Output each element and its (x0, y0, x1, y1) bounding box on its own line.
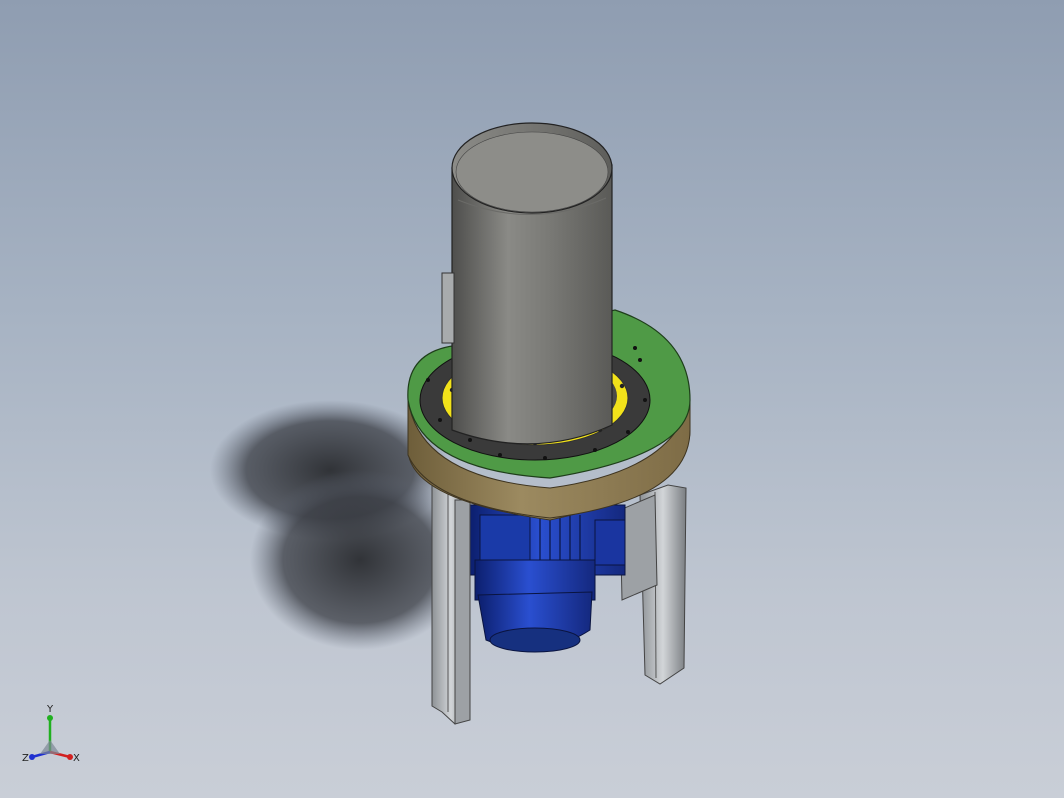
drive-motor[interactable] (469, 504, 626, 653)
orientation-triad[interactable]: Y X Z (18, 700, 88, 770)
model-scene[interactable] (0, 0, 1064, 798)
motor-mount-plate (619, 494, 658, 601)
triad-base (40, 740, 60, 754)
triad-y-label: Y (46, 704, 54, 715)
feed-hopper-cylinder[interactable] (451, 122, 613, 445)
triad-x-label: X (73, 753, 80, 764)
triad-z-label: Z (22, 753, 29, 764)
cad-viewport[interactable]: Y X Z (0, 0, 1064, 798)
hopper-side-bracket (441, 272, 455, 344)
support-leg-left[interactable] (431, 479, 471, 725)
